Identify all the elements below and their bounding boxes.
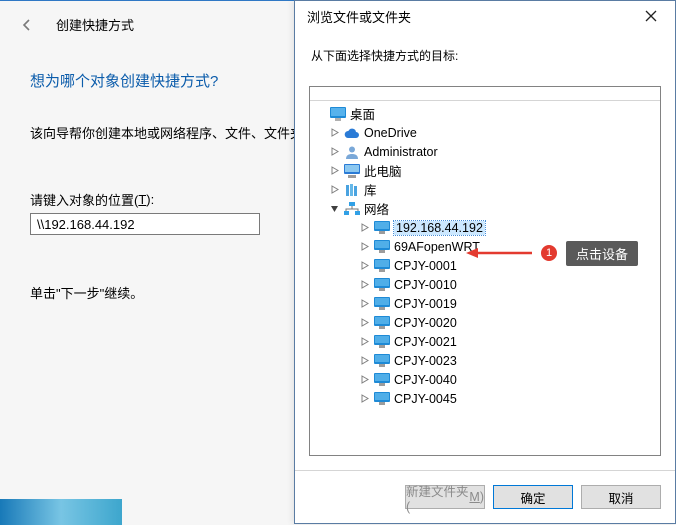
tree-node-label: CPJY-0001 bbox=[394, 259, 457, 273]
tree-node-host-0[interactable]: 192.168.44.192 bbox=[314, 218, 657, 237]
new-folder-button[interactable]: 新建文件夹(M) bbox=[405, 485, 485, 509]
tree-node-label: CPJY-0019 bbox=[394, 297, 457, 311]
tree-node-lvl1-0[interactable]: OneDrive bbox=[314, 123, 657, 142]
tree-node-host-7[interactable]: CPJY-0023 bbox=[314, 351, 657, 370]
library-icon bbox=[343, 182, 361, 198]
expand-toggle-icon[interactable] bbox=[358, 222, 370, 234]
tree-node-label: Administrator bbox=[364, 145, 438, 159]
cancel-button[interactable]: 取消 bbox=[581, 485, 661, 509]
host-icon bbox=[373, 315, 391, 331]
tree-node-host-6[interactable]: CPJY-0021 bbox=[314, 332, 657, 351]
tree-node-label: CPJY-0040 bbox=[394, 373, 457, 387]
expand-toggle-icon[interactable] bbox=[328, 184, 340, 196]
dialog-hint: 从下面选择快捷方式的目标: bbox=[295, 31, 675, 86]
wizard-title: 创建快捷方式 bbox=[56, 15, 134, 34]
tree-node-label: 此电脑 bbox=[364, 161, 402, 180]
host-icon bbox=[373, 391, 391, 407]
desktop-icon bbox=[329, 106, 347, 122]
tree-node-lvl1-4[interactable]: 网络 bbox=[314, 199, 657, 218]
back-button[interactable] bbox=[18, 16, 36, 34]
network-icon bbox=[343, 201, 361, 217]
tree-node-label: 69AFopenWRT bbox=[394, 240, 480, 254]
tree-node-label: 桌面 bbox=[350, 104, 375, 123]
tree-node-lvl1-3[interactable]: 库 bbox=[314, 180, 657, 199]
tree-node-host-2[interactable]: CPJY-0001 bbox=[314, 256, 657, 275]
dialog-title: 浏览文件或文件夹 bbox=[307, 7, 411, 26]
tree-node-host-5[interactable]: CPJY-0020 bbox=[314, 313, 657, 332]
host-icon bbox=[373, 277, 391, 293]
expand-toggle-icon[interactable] bbox=[328, 165, 340, 177]
tree-node-label: CPJY-0010 bbox=[394, 278, 457, 292]
tree-node-label: CPJY-0020 bbox=[394, 316, 457, 330]
expand-toggle-icon[interactable] bbox=[328, 127, 340, 139]
taskbar-fragment bbox=[0, 499, 122, 525]
tree-node-label: CPJY-0045 bbox=[394, 392, 457, 406]
tree-node-label: CPJY-0023 bbox=[394, 354, 457, 368]
expand-toggle-icon[interactable] bbox=[358, 260, 370, 272]
tree-node-label: CPJY-0021 bbox=[394, 335, 457, 349]
host-icon bbox=[373, 372, 391, 388]
tree-node-label: 网络 bbox=[364, 199, 389, 218]
user-icon bbox=[343, 144, 361, 160]
expand-toggle-icon[interactable] bbox=[358, 241, 370, 253]
tree-node-label: OneDrive bbox=[364, 126, 417, 140]
expand-toggle-icon[interactable] bbox=[358, 336, 370, 348]
tree-node-desktop[interactable]: 桌面 bbox=[314, 104, 657, 123]
tree-node-host-3[interactable]: CPJY-0010 bbox=[314, 275, 657, 294]
expand-toggle-icon[interactable] bbox=[358, 279, 370, 291]
tree-node-host-4[interactable]: CPJY-0019 bbox=[314, 294, 657, 313]
ok-button[interactable]: 确定 bbox=[493, 485, 573, 509]
tree-container: 桌面 OneDrive Administrator 此电脑库网络 192.168.44.… bbox=[309, 86, 661, 456]
expand-toggle-icon[interactable] bbox=[358, 317, 370, 329]
expand-toggle-icon[interactable] bbox=[328, 203, 340, 215]
expand-toggle-icon[interactable] bbox=[328, 146, 340, 158]
host-icon bbox=[373, 239, 391, 255]
tree-node-host-9[interactable]: CPJY-0045 bbox=[314, 389, 657, 408]
tree-node-host-1[interactable]: 69AFopenWRT bbox=[314, 237, 657, 256]
location-input[interactable] bbox=[30, 213, 260, 235]
expand-toggle-icon[interactable] bbox=[358, 298, 370, 310]
tree-node-lvl1-2[interactable]: 此电脑 bbox=[314, 161, 657, 180]
browse-folder-dialog: 浏览文件或文件夹 从下面选择快捷方式的目标: 桌面 OneDrive Adminis… bbox=[294, 0, 676, 524]
folder-tree[interactable]: 桌面 OneDrive Administrator 此电脑库网络 192.168.44.… bbox=[310, 101, 660, 455]
host-icon bbox=[373, 258, 391, 274]
tree-header-bar bbox=[310, 87, 660, 101]
expand-toggle-icon[interactable] bbox=[358, 393, 370, 405]
host-icon bbox=[373, 353, 391, 369]
pc-icon bbox=[343, 163, 361, 179]
close-button[interactable] bbox=[631, 3, 671, 29]
tree-node-lvl1-1[interactable]: Administrator bbox=[314, 142, 657, 161]
tree-node-label: 库 bbox=[364, 180, 377, 199]
cloud-icon bbox=[343, 125, 361, 141]
host-icon bbox=[373, 296, 391, 312]
tree-node-host-8[interactable]: CPJY-0040 bbox=[314, 370, 657, 389]
host-icon bbox=[373, 334, 391, 350]
expand-toggle-icon[interactable] bbox=[358, 374, 370, 386]
expand-toggle-icon[interactable] bbox=[358, 355, 370, 367]
host-icon bbox=[373, 220, 391, 236]
tree-node-label: 192.168.44.192 bbox=[394, 221, 485, 235]
